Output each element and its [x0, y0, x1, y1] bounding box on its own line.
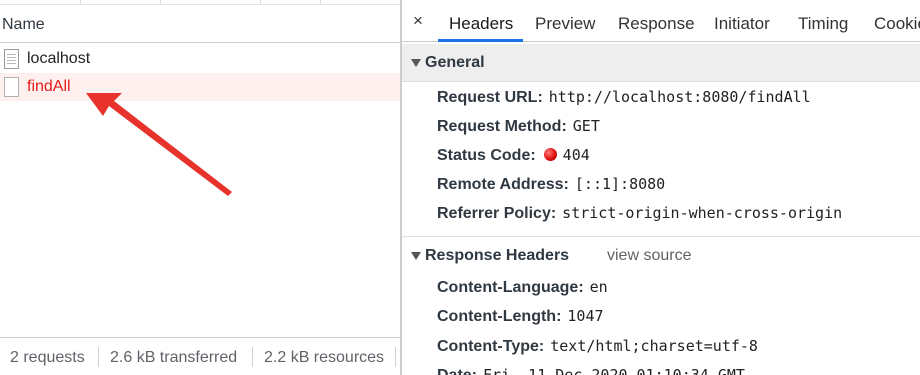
- header-value: GET: [572, 117, 600, 135]
- disclosure-triangle-icon: [411, 59, 421, 67]
- header-key: Remote Address:: [437, 176, 569, 193]
- general-section-header[interactable]: General: [402, 44, 920, 82]
- header-value: strict-origin-when-cross-origin: [562, 204, 843, 222]
- header-value: [::1]:8080: [574, 175, 666, 193]
- request-details-panel: × Headers Preview Response Initiator Tim…: [402, 0, 920, 375]
- transferred-size: 2.6 kB transferred: [110, 349, 238, 366]
- header-key: Content-Length:: [437, 308, 562, 325]
- header-key: Content-Language:: [437, 279, 584, 296]
- active-tab-indicator: [438, 39, 523, 42]
- details-tabbar: × Headers Preview Response Initiator Tim…: [402, 0, 920, 42]
- header-value: en: [589, 278, 608, 296]
- tab-preview[interactable]: Preview: [535, 14, 595, 34]
- tab-timing[interactable]: Timing: [798, 14, 848, 34]
- section-title: General: [425, 54, 485, 71]
- header-row: Referrer Policy: strict-origin-when-cross…: [437, 204, 842, 226]
- section-title: Response Headers: [425, 247, 570, 264]
- header-value: 404: [562, 146, 590, 164]
- header-row: Status Code: 404: [437, 146, 590, 168]
- header-key: Status Code:: [437, 147, 536, 164]
- resources-size: 2.2 kB resources: [264, 349, 385, 366]
- header-value: Fri, 11 Dec 2020 01:10:34 GMT: [483, 366, 745, 375]
- tab-headers[interactable]: Headers: [449, 14, 513, 34]
- name-column-label: Name: [2, 16, 45, 33]
- request-row-findall[interactable]: findAll: [0, 73, 401, 101]
- close-icon[interactable]: ×: [413, 11, 423, 31]
- header-row: Request Method: GET: [437, 117, 600, 139]
- request-name: localhost: [27, 50, 91, 67]
- disclosure-triangle-icon: [411, 252, 421, 260]
- header-row: Request URL: http://localhost:8080/findAl…: [437, 88, 811, 110]
- header-value: text/html;charset=utf-8: [550, 337, 758, 355]
- header-row: Remote Address: [::1]:8080: [437, 175, 665, 197]
- view-source-link[interactable]: view source: [607, 247, 691, 265]
- request-name: findAll: [27, 78, 71, 95]
- request-count: 2 requests: [10, 349, 85, 366]
- header-row: Content-Length: 1047: [437, 307, 604, 329]
- name-column-header[interactable]: Name: [0, 6, 401, 43]
- header-row: Content-Language: en: [437, 278, 608, 300]
- network-summary-bar: 2 requests 2.6 kB transferred 2.2 kB res…: [0, 337, 401, 375]
- header-key: Date:: [437, 367, 477, 375]
- document-icon: [4, 49, 19, 69]
- header-key: Referrer Policy:: [437, 205, 557, 222]
- status-error-dot-icon: [543, 148, 557, 161]
- tab-cookies[interactable]: Cookies: [874, 14, 920, 34]
- header-key: Content-Type:: [437, 338, 545, 355]
- response-headers-section-header[interactable]: Response Headers view source: [402, 236, 920, 274]
- tab-response[interactable]: Response: [618, 14, 695, 34]
- network-request-panel: Name localhost findAll 2 requests 2.6 kB…: [0, 0, 401, 375]
- header-value: 1047: [567, 307, 604, 325]
- document-icon: [4, 77, 19, 97]
- header-key: Request Method:: [437, 118, 567, 135]
- tab-initiator[interactable]: Initiator: [714, 14, 770, 34]
- header-value: http://localhost:8080/findAll: [548, 88, 811, 106]
- timeline-strip: [0, 0, 401, 5]
- header-row: Date: Fri, 11 Dec 2020 01:10:34 GMT: [437, 366, 745, 375]
- header-key: Request URL:: [437, 89, 543, 106]
- header-row: Content-Type: text/html;charset=utf-8: [437, 337, 758, 359]
- request-row-localhost[interactable]: localhost: [0, 45, 401, 73]
